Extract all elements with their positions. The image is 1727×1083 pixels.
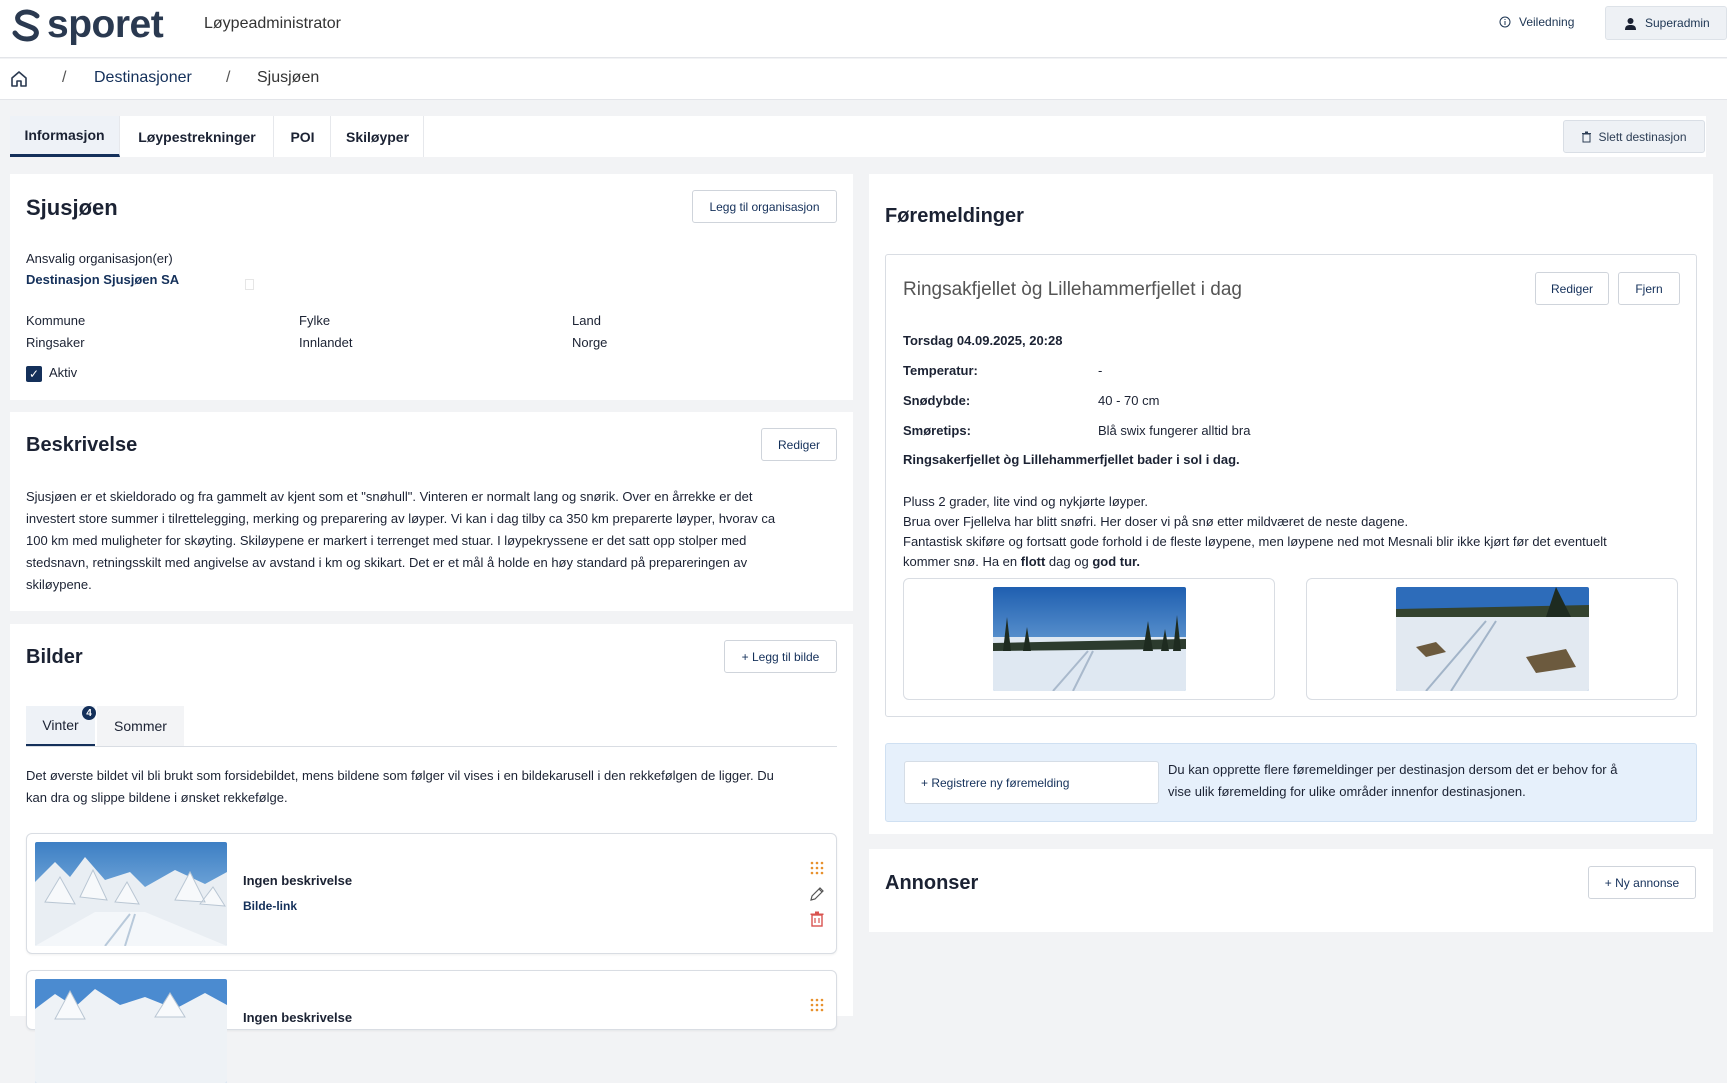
- images-title: Bilder: [26, 646, 83, 668]
- report-body-line: Pluss 2 grader, lite vind og nykjørte lø…: [903, 494, 1148, 509]
- breadcrumb-current: Sjusjøen: [257, 69, 320, 86]
- snow-depth-value: 40 - 70 cm: [1098, 393, 1160, 408]
- land-label: Land: [572, 313, 601, 328]
- info-icon: [1499, 16, 1511, 28]
- register-info-line: vise ulik føremelding for ulike områder …: [1168, 784, 1526, 799]
- description-title: Beskrivelse: [26, 434, 138, 456]
- ads-card: [869, 849, 1713, 932]
- kommune-value: Ringsaker: [26, 335, 85, 350]
- report-title: Ringsakfjellet òg Lillehammerfjellet i d…: [903, 279, 1243, 300]
- image-item[interactable]: Ingen beskrivelse: [26, 970, 837, 1083]
- winter-count-badge: 4: [82, 706, 96, 720]
- app-title: Løypeadministrator: [204, 15, 341, 32]
- responsible-org-value[interactable]: Destinasjon Sjusjøen SA: [26, 272, 179, 287]
- images-hint-line: kan dra og slippe bildene i ønsket rekke…: [26, 790, 288, 805]
- report-body-line: Fantastisk skiføre og fortsatt gode forh…: [903, 534, 1607, 549]
- image-description: Ingen beskrivelse: [243, 1010, 353, 1025]
- register-report-button[interactable]: + Registrere ny føremelding: [904, 761, 1159, 804]
- report-photo-card[interactable]: [1306, 578, 1678, 700]
- report-body-line: Brua over Fjellelva har blitt snøfri. He…: [903, 514, 1409, 529]
- sporet-logo-icon: [12, 9, 40, 42]
- destination-title: Sjusjøen: [26, 195, 118, 220]
- new-ad-button[interactable]: + Ny annonse: [1588, 866, 1696, 899]
- description-line: Sjusjøen er et skieldorado og fra gammel…: [26, 489, 753, 504]
- tab-poi[interactable]: POI: [275, 116, 331, 157]
- tab-sommer[interactable]: Sommer: [97, 706, 184, 746]
- description-line: stedsnavn, retningsskilt med angivelse a…: [26, 555, 748, 570]
- breadcrumb-separator: /: [226, 69, 231, 86]
- images-card: [10, 624, 853, 1016]
- report-text: kommer snø. Ha en: [903, 554, 1021, 569]
- trash-icon: [1582, 131, 1592, 142]
- image-thumbnail[interactable]: [35, 842, 227, 946]
- delete-trash-icon[interactable]: [810, 911, 824, 927]
- report-bold: god tur.: [1092, 554, 1140, 569]
- active-checkbox[interactable]: ✓: [26, 366, 42, 382]
- report-headline: Ringsakerfjellet òg Lillehammerfjellet b…: [903, 452, 1240, 467]
- image-link[interactable]: Bilde-link: [243, 899, 297, 913]
- register-report-box: + Registrere ny føremelding Du kan oppre…: [885, 743, 1697, 822]
- tab-skiloyper[interactable]: Skiløyper: [332, 116, 424, 157]
- delete-destination-label: Slett destinasjon: [1598, 129, 1687, 144]
- images-hint-line: Det øverste bildet vil bli brukt som for…: [26, 768, 774, 783]
- breadcrumb-separator: /: [62, 69, 67, 86]
- report-text: dag og: [1045, 554, 1093, 569]
- edit-report-button[interactable]: Rediger: [1535, 272, 1609, 305]
- help-link[interactable]: Veiledning: [1499, 15, 1574, 29]
- report-photo[interactable]: [993, 587, 1186, 691]
- image-thumbnail[interactable]: [35, 979, 227, 1083]
- land-value: Norge: [572, 335, 608, 350]
- home-icon[interactable]: [10, 70, 28, 91]
- responsible-org-label: Ansvalig organisasjon(er): [26, 251, 173, 266]
- drag-handle-icon[interactable]: [810, 861, 824, 875]
- tabs-divider: [26, 746, 837, 747]
- ads-title: Annonser: [885, 872, 979, 894]
- register-info-line: Du kan opprette flere føremeldinger per …: [1168, 762, 1618, 777]
- snow-depth-label: Snødybde:: [903, 393, 971, 408]
- image-description: Ingen beskrivelse: [243, 873, 353, 888]
- kommune-label: Kommune: [26, 313, 86, 328]
- description-line: 100 km med muligheter for skøyting. Skil…: [26, 533, 747, 548]
- fylke-value: Innlandet: [299, 335, 353, 350]
- temperature-value: -: [1098, 363, 1103, 378]
- remove-report-button[interactable]: Fjern: [1618, 272, 1680, 305]
- report-photo[interactable]: [1396, 587, 1589, 691]
- images-hint: Det øverste bildet vil bli brukt som for…: [26, 765, 846, 809]
- delete-destination-button[interactable]: Slett destinasjon: [1563, 120, 1705, 153]
- report-bold: flott: [1020, 554, 1046, 569]
- report-body: Pluss 2 grader, lite vind og nykjørte lø…: [903, 492, 1607, 572]
- drag-handle-icon[interactable]: [810, 998, 824, 1012]
- user-menu-button[interactable]: Superadmin: [1605, 6, 1727, 40]
- tab-loypestrekninger[interactable]: Løypestrekninger: [121, 116, 274, 157]
- breadcrumb: / Destinasjoner / Sjusjøen: [0, 59, 1727, 100]
- active-label: Aktiv: [49, 365, 78, 380]
- faint-trash-icon[interactable]: [245, 279, 254, 290]
- user-icon: [1625, 17, 1636, 30]
- description-text: Sjusjøen er et skieldorado og fra gammel…: [26, 486, 846, 596]
- help-label: Veiledning: [1519, 15, 1575, 29]
- add-organization-button[interactable]: Legg til organisasjon: [692, 190, 837, 223]
- reports-title: Føremeldinger: [885, 205, 1024, 227]
- breadcrumb-destinations[interactable]: Destinasjoner: [94, 69, 192, 87]
- description-line: skiløypene.: [26, 577, 92, 592]
- wax-tip-value: Blå swix fungerer alltid bra: [1098, 423, 1251, 438]
- image-item[interactable]: Ingen beskrivelse Bilde-link: [26, 833, 837, 954]
- description-line: investert store summer i tilrettelegging…: [26, 511, 776, 526]
- wax-tip-label: Smøretips:: [903, 423, 971, 438]
- report-body-line: kommer snø. Ha en flott dag og god tur.: [903, 552, 1607, 572]
- destination-tabs: Informasjon Løypestrekninger POI Skiløyp…: [10, 116, 1706, 157]
- top-bar: sporet Løypeadministrator Veiledning Sup…: [0, 0, 1727, 58]
- edit-description-button[interactable]: Rediger: [761, 428, 837, 461]
- fylke-label: Fylke: [299, 313, 331, 328]
- report-photo-card[interactable]: [903, 578, 1275, 700]
- report-date: Torsdag 04.09.2025, 20:28: [903, 333, 1063, 348]
- register-report-info: Du kan opprette flere føremeldinger per …: [1168, 759, 1688, 803]
- temperature-label: Temperatur:: [903, 363, 978, 378]
- sporet-logo[interactable]: sporet: [9, 3, 164, 46]
- user-label: Superadmin: [1645, 16, 1710, 30]
- add-image-button[interactable]: + Legg til bilde: [724, 640, 837, 673]
- tab-informasjon[interactable]: Informasjon: [10, 116, 120, 157]
- edit-pencil-icon[interactable]: [809, 886, 825, 902]
- brand-name: sporet: [47, 3, 164, 46]
